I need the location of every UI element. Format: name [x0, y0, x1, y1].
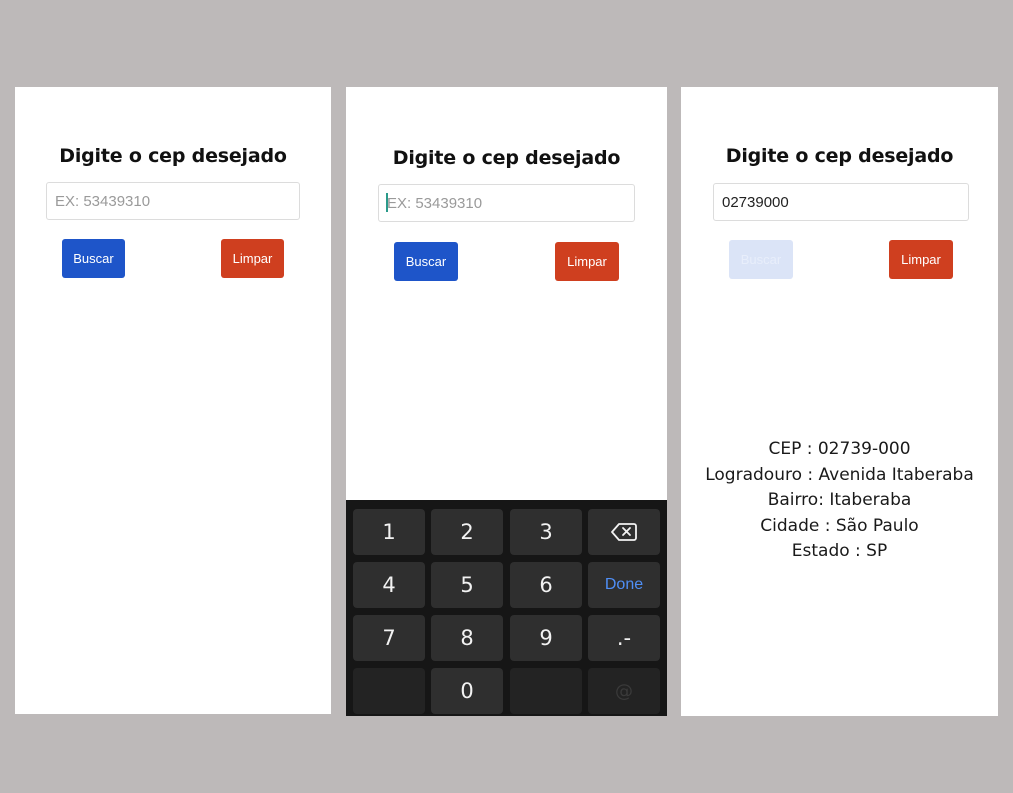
key-8[interactable]: 8: [431, 615, 503, 661]
key-2[interactable]: 2: [431, 509, 503, 555]
page-title: Digite o cep desejado: [725, 145, 954, 167]
result-logradouro: Logradouro : Avenida Itaberaba: [705, 464, 974, 485]
cep-input[interactable]: [46, 182, 300, 220]
result-cidade: Cidade : São Paulo: [760, 515, 919, 536]
key-at: @: [588, 668, 660, 714]
clear-button[interactable]: Limpar: [889, 240, 953, 279]
text-caret: [386, 193, 388, 212]
key-5[interactable]: 5: [431, 562, 503, 608]
key-backspace[interactable]: [588, 509, 660, 555]
search-button[interactable]: Buscar: [62, 239, 125, 278]
cep-input[interactable]: [713, 183, 969, 221]
key-6[interactable]: 6: [510, 562, 582, 608]
search-button-disabled[interactable]: Buscar: [729, 240, 793, 279]
key-9[interactable]: 9: [510, 615, 582, 661]
screen-keyboard-open: Digite o cep desejado Buscar Limpar 1 2 …: [346, 87, 667, 716]
result-cep: CEP : 02739-000: [768, 439, 911, 459]
key-blank: [510, 668, 582, 714]
address-result: CEP : 02739-000 Logradouro : Avenida Ita…: [681, 437, 998, 565]
result-estado: Estado : SP: [791, 541, 888, 561]
key-1[interactable]: 1: [353, 509, 425, 555]
clear-button[interactable]: Limpar: [221, 239, 284, 278]
clear-button[interactable]: Limpar: [555, 242, 619, 281]
key-7[interactable]: 7: [353, 615, 425, 661]
key-3[interactable]: 3: [510, 509, 582, 555]
page-title: Digite o cep desejado: [392, 147, 621, 169]
key-dot-dash[interactable]: .-: [588, 615, 660, 661]
backspace-icon: [611, 523, 637, 541]
numeric-keyboard: 1 2 3 4 5 6 Done 7 8 9 .- 0 @: [346, 500, 667, 716]
key-blank: [353, 668, 425, 714]
screen-result: Digite o cep desejado Buscar Limpar CEP …: [681, 87, 998, 716]
screen-empty: Digite o cep desejado Buscar Limpar: [15, 87, 331, 714]
key-done[interactable]: Done: [588, 562, 660, 608]
key-0[interactable]: 0: [431, 668, 503, 714]
page-title: Digite o cep desejado: [59, 145, 287, 167]
result-bairro: Bairro: Itaberaba: [767, 490, 912, 510]
key-4[interactable]: 4: [353, 562, 425, 608]
search-button[interactable]: Buscar: [394, 242, 458, 281]
cep-input[interactable]: [378, 184, 635, 222]
